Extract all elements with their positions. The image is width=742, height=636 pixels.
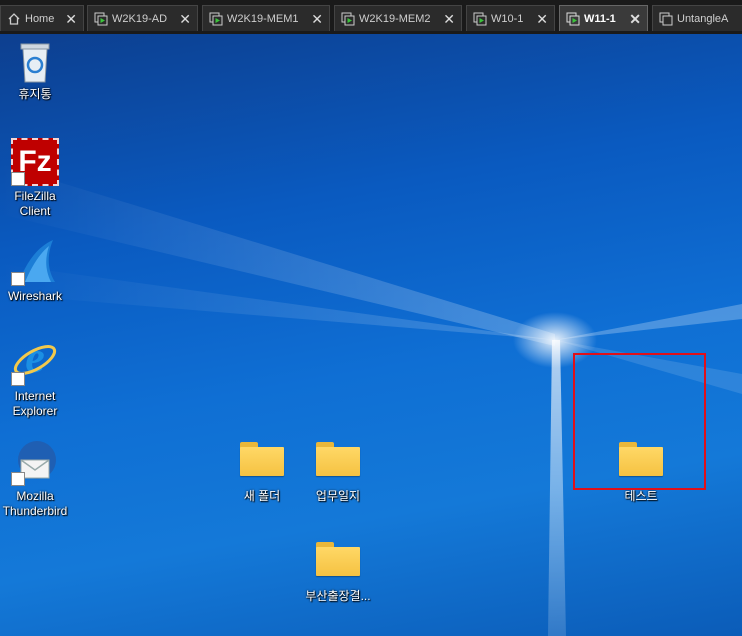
desktop-folder-busan-trip[interactable]: 부산출장결... xyxy=(303,542,373,604)
desktop-icon-label: Wireshark xyxy=(7,289,62,303)
desktop-icon-thunderbird[interactable]: Mozilla Thunderbird xyxy=(0,438,70,519)
home-icon xyxy=(8,13,20,25)
tab-label: UntangleA xyxy=(677,13,729,25)
close-icon[interactable]: ✕ xyxy=(629,6,641,32)
desktop-icon-label: Internet Explorer xyxy=(12,389,58,418)
desktop-icon-label: Mozilla Thunderbird xyxy=(2,489,68,518)
tab-w2k19-ad[interactable]: W2K19-AD ✕ xyxy=(87,5,198,31)
desktop-icon-recycle-bin[interactable]: 휴지통 xyxy=(0,40,70,102)
desktop-folder-work-log[interactable]: 업무일지 xyxy=(303,442,373,504)
shortcut-arrow-icon xyxy=(11,272,25,286)
vm-icon xyxy=(473,12,487,26)
vm-tab-bar: Home ✕ W2K19-AD ✕ W2K19-MEM1 ✕ W2K19-MEM… xyxy=(0,0,742,34)
desktop-icon-label: 테스트 xyxy=(624,489,658,503)
vm-icon xyxy=(566,12,580,26)
shortcut-arrow-icon xyxy=(11,472,25,486)
desktop-icon-wireshark[interactable]: Wireshark xyxy=(0,238,70,304)
tab-w10-1[interactable]: W10-1 ✕ xyxy=(466,5,555,31)
tab-label: Home xyxy=(25,13,55,25)
vm-icon xyxy=(341,12,355,26)
tab-label: W2K19-MEM1 xyxy=(227,13,299,25)
recycle-bin-icon xyxy=(20,43,50,83)
tab-w2k19-mem1[interactable]: W2K19-MEM1 ✕ xyxy=(202,5,330,31)
desktop-icon-label: 부산출장결... xyxy=(305,589,371,603)
desktop-icon-label: 업무일지 xyxy=(315,489,361,503)
tab-untanglea[interactable]: UntangleA xyxy=(652,5,742,31)
close-icon[interactable]: ✕ xyxy=(536,6,548,32)
desktop-icon-label: 휴지통 xyxy=(18,87,52,101)
close-icon[interactable]: ✕ xyxy=(311,6,323,32)
tab-home[interactable]: Home ✕ xyxy=(0,5,84,31)
shortcut-arrow-icon xyxy=(11,172,25,186)
tab-label: W2K19-AD xyxy=(112,13,168,25)
desktop-icon-filezilla[interactable]: Fz FileZilla Client xyxy=(0,138,70,219)
close-icon[interactable]: ✕ xyxy=(65,6,77,32)
folder-icon xyxy=(240,442,284,476)
highlight-box xyxy=(573,353,706,490)
tab-w11-1[interactable]: W11-1 ✕ xyxy=(559,5,648,31)
folder-icon xyxy=(316,542,360,576)
shortcut-arrow-icon xyxy=(11,372,25,386)
desktop-icon-label: 새 폴더 xyxy=(243,489,281,503)
close-icon[interactable]: ✕ xyxy=(179,6,191,32)
close-icon[interactable]: ✕ xyxy=(443,6,455,32)
desktop[interactable]: 휴지통 Fz FileZilla Client Wireshark e Inte xyxy=(0,34,742,636)
tab-label: W10-1 xyxy=(491,13,524,25)
desktop-icon-internet-explorer[interactable]: e Internet Explorer xyxy=(0,336,70,419)
desktop-icon-label: FileZilla Client xyxy=(14,189,56,218)
folder-icon xyxy=(316,442,360,476)
tab-w2k19-mem2[interactable]: W2K19-MEM2 ✕ xyxy=(334,5,462,31)
vm-icon xyxy=(209,12,223,26)
vm-icon xyxy=(94,12,108,26)
desktop-folder-new-folder[interactable]: 새 폴더 xyxy=(227,442,297,504)
vm-off-icon xyxy=(659,12,673,26)
tab-label: W2K19-MEM2 xyxy=(359,13,431,25)
tab-label: W11-1 xyxy=(584,13,616,25)
